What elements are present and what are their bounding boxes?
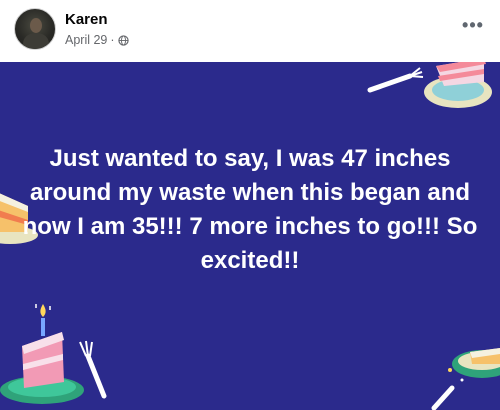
globe-icon[interactable] xyxy=(117,34,129,46)
more-options-button[interactable]: ••• xyxy=(458,12,488,38)
post-header: Karen April 29 · ••• xyxy=(0,0,500,62)
post-date[interactable]: April 29 xyxy=(65,33,107,47)
avatar[interactable] xyxy=(14,8,56,50)
avatar-face xyxy=(30,18,42,33)
post-meta: April 29 · xyxy=(65,33,129,47)
meta-separator: · xyxy=(110,33,115,47)
more-horizontal-icon: ••• xyxy=(462,14,484,35)
text-post-background: Just wanted to say, I was 47 inches arou… xyxy=(0,62,500,410)
avatar-body xyxy=(23,33,49,49)
cake-with-candle-icon xyxy=(0,304,107,404)
cake-plate-top-right-icon xyxy=(367,62,492,108)
post-body-text: Just wanted to say, I was 47 inches arou… xyxy=(22,145,478,274)
cake-plate-bottom-right-icon xyxy=(431,348,500,410)
author-name[interactable]: Karen xyxy=(65,11,108,28)
